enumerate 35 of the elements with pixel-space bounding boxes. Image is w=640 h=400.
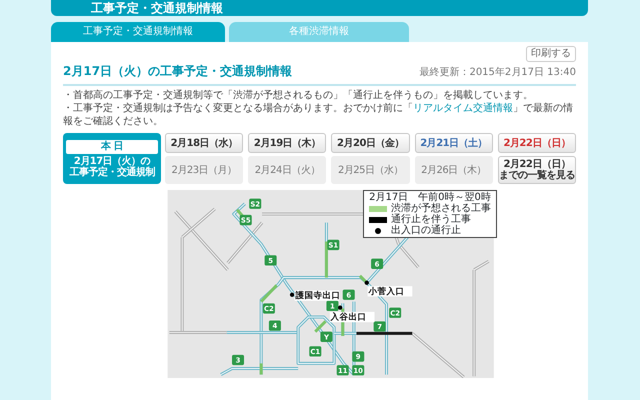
exit-label: 入谷出口: [330, 312, 367, 323]
section-heading: 2月17日（火）の工事予定・交通規制情報: [63, 63, 292, 80]
last-updated: 最終更新：2015年2月17日 13:40: [419, 66, 576, 80]
date-button[interactable]: 2月20日（金）: [331, 133, 410, 153]
date-button[interactable]: 2月21日（土）: [414, 133, 493, 153]
legend-label: 出入口の通行止: [391, 225, 461, 236]
date-button[interactable]: 2月19日（木）: [248, 133, 326, 153]
legend-title: 2月17日 午前0時～翌0時: [369, 192, 491, 203]
construction-segment: [358, 274, 368, 284]
page-title: 工事予定・交通規制情報: [51, 0, 588, 16]
exit-dot-icon: [364, 280, 369, 285]
construction-segment: [314, 320, 327, 333]
tab[interactable]: 工事予定・交通規制情報: [51, 22, 225, 42]
exit-dot-icon: [338, 305, 342, 310]
construction-segment: [260, 284, 278, 303]
print-button[interactable]: 印刷する: [526, 46, 576, 62]
construction-segment: [260, 363, 263, 375]
today-button[interactable]: 本 日 2月17日（火）の 工事予定・交通規制: [63, 133, 161, 184]
exit-label: 護国寺出口: [296, 291, 341, 302]
date-button[interactable]: 2月22日（日）: [498, 133, 576, 153]
notice-text: ・工事予定・交通規制は予告なく変更となる場合があります。おでかけ前に「リアルタイム交通情報」で最新の情報をご確認ください。: [63, 102, 574, 128]
closure-swatch: [369, 216, 387, 222]
congestion-swatch: [369, 206, 387, 212]
construction-segment: [324, 242, 328, 278]
exit-label: 小菅入口: [368, 286, 404, 297]
list-button[interactable]: 2月22日（日） までの一覧を見る: [498, 156, 576, 184]
date-button[interactable]: 2月18日（水）: [165, 133, 244, 153]
legend-label: 渋滞が予想される工事: [391, 203, 491, 214]
road-line: [411, 332, 465, 378]
closure-segment: [356, 332, 412, 335]
exit-closure-dot-icon: [375, 228, 381, 234]
exit-dot-icon: [290, 292, 294, 297]
realtime-traffic-link[interactable]: リアルタイム交通情報: [413, 103, 513, 114]
notice-text: ・首都高の工事予定・交通規制等で「渋滞が予想されるもの」「通行止を伴うもの」を掲載しています。: [63, 89, 534, 102]
legend-label: 通行止を伴う工事: [391, 214, 471, 225]
